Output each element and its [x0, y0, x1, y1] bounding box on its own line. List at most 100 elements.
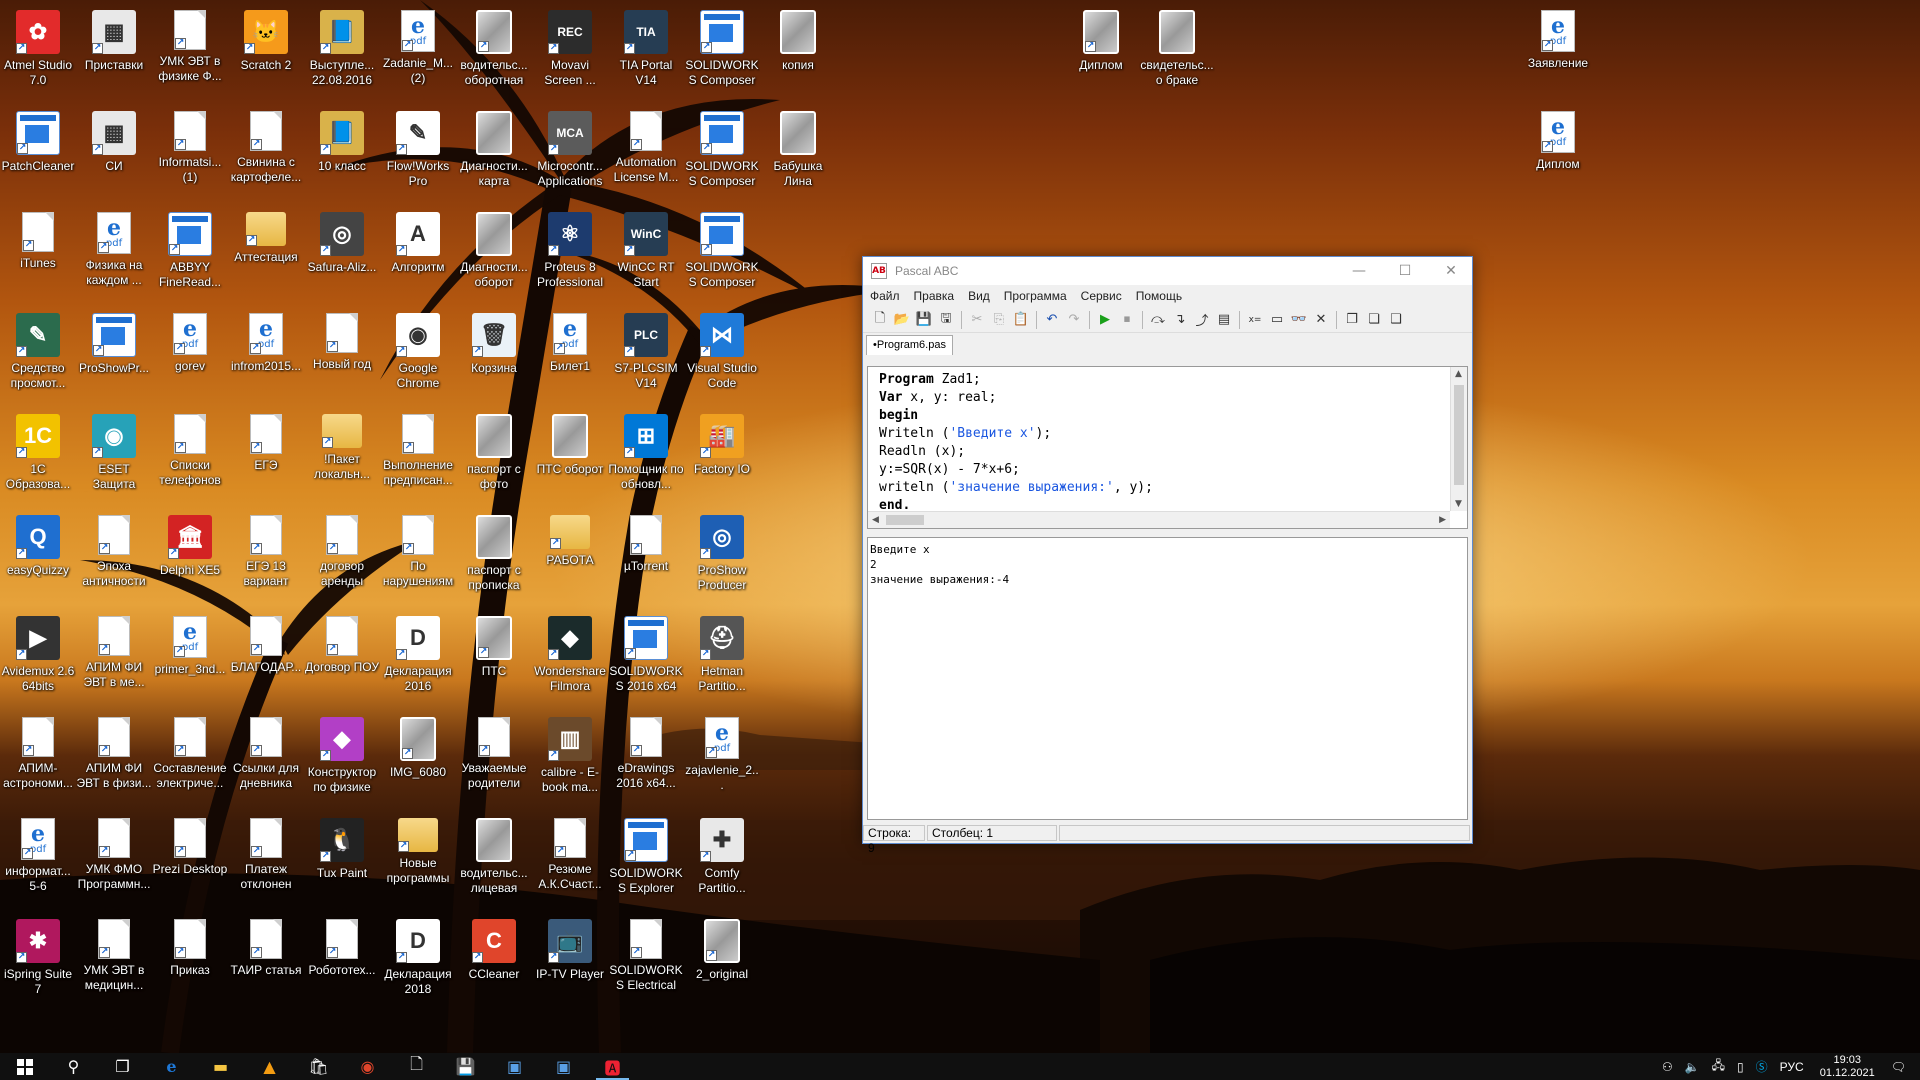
save-all-icon[interactable]: 🖫 [935, 309, 957, 331]
desktop-icon[interactable]: ↗ Резюме А.К.Счаст... [532, 812, 608, 912]
desktop-icon[interactable]: ↗ SOLIDWORKS 2016 x64 Edi... [608, 610, 684, 710]
notifications-icon[interactable]: 🗨 [1885, 1060, 1920, 1074]
desktop-icon[interactable]: ↗ Prezi Desktop [152, 812, 228, 912]
vertical-scroll-thumb[interactable] [1454, 385, 1464, 485]
desktop-icon[interactable]: D ↗ Декларация 2018 [380, 913, 456, 1013]
desktop-icon[interactable]: 1C ↗ 1С Образова... [0, 408, 76, 508]
clock[interactable]: 19:03 01.12.2021 [1810, 1054, 1885, 1080]
minimize-button[interactable]: — [1336, 257, 1382, 285]
window-cascade-icon[interactable]: ❐ [1341, 309, 1363, 331]
desktop-icon[interactable]: ↗ водительс... оборотная [456, 4, 532, 104]
desktop-icon[interactable]: ↗ SOLIDWORKS Electrical [608, 913, 684, 1013]
desktop-icon[interactable]: Q ↗ easyQuizzy [0, 509, 76, 609]
desktop-icon[interactable]: C ↗ CCleaner [456, 913, 532, 1013]
desktop-icon[interactable]: ↗ µTorrent [608, 509, 684, 609]
menu-help[interactable]: Помощь [1129, 289, 1189, 303]
menu-file[interactable]: Файл [863, 289, 907, 303]
close-button[interactable]: ✕ [1428, 257, 1474, 285]
desktop-icon[interactable]: ↗ Списки телефонов [152, 408, 228, 508]
desktop-icon[interactable]: ✎ ↗ Flow!Works Pro [380, 105, 456, 205]
desktop-icon[interactable]: e pdf ↗ Физика на каждом ... [76, 206, 152, 306]
volume-icon[interactable]: 🔈 [1679, 1060, 1706, 1074]
desktop-icon[interactable]: e pdf ↗ Билет1 [532, 307, 608, 407]
desktop-icon[interactable]: ↗ PatchCleaner [0, 105, 76, 205]
desktop-icon[interactable]: ◉↗ ESET Защита банковско... [76, 408, 152, 508]
window-tile-icon[interactable]: ❏ [1363, 309, 1385, 331]
desktop-icon[interactable]: ✎ ↗ Средство просмот... [0, 307, 76, 407]
desktop-icon[interactable]: ↗ ЕГЭ [228, 408, 304, 508]
desktop-icon[interactable]: 🗑 ↗ Корзина [456, 307, 532, 407]
open-folder-icon[interactable]: 📂 [891, 309, 913, 331]
desktop-icon[interactable]: e pdf ↗ Диплом [1520, 105, 1596, 205]
document-icon[interactable]: 🗋 [392, 1053, 441, 1080]
task-view-icon[interactable]: ❐ [98, 1053, 147, 1080]
desktop-icon[interactable]: ↗ SOLIDWORKS Composer ... [684, 105, 760, 205]
menu-program[interactable]: Программа [997, 289, 1074, 303]
desktop-icon[interactable]: ✿ ↗ Atmel Studio 7.0 [0, 4, 76, 104]
desktop-icon[interactable]: e pdf ↗ информат... 5-6 [0, 812, 76, 912]
desktop-icon[interactable]: ↗ Ссылки для дневника [228, 711, 304, 811]
desktop-icon[interactable]: ↗ ТАИР статья [228, 913, 304, 1013]
step-over-icon[interactable]: ⤼ [1147, 309, 1169, 331]
edge-icon[interactable]: e [147, 1053, 196, 1080]
desktop-icon[interactable]: ПТС оборот [532, 408, 608, 508]
desktop-icon[interactable]: ▶ ↗ Avidemux 2.6 64bits [0, 610, 76, 710]
step-into-icon[interactable]: ↴ [1169, 309, 1191, 331]
desktop-icon[interactable]: ↗ АПИМ ФИ ЭВТ в физи... [76, 711, 152, 811]
desktop-icon[interactable]: ◆ ↗ Конструктор по физике [304, 711, 380, 811]
desktop-icon[interactable]: ↗ ПТС [456, 610, 532, 710]
menu-edit[interactable]: Правка [907, 289, 962, 303]
scroll-left-icon[interactable]: ◀ [872, 515, 879, 525]
file-explorer-icon[interactable]: ▬ [196, 1053, 245, 1080]
desktop-icon[interactable]: ↗ РАБОТА [532, 509, 608, 609]
desktop-icon[interactable]: Диагности... карта [456, 105, 532, 205]
desktop-icon[interactable]: ↗ 2_original [684, 913, 760, 1013]
desktop-icon[interactable]: e pdf ↗ primer_3nd... [152, 610, 228, 710]
redo-icon[interactable]: ↷ [1063, 309, 1085, 331]
menu-view[interactable]: Вид [961, 289, 997, 303]
step-out-icon[interactable]: ⤴ [1191, 309, 1213, 331]
desktop-icon[interactable]: REC ↗ Movavi Screen ... [532, 4, 608, 104]
desktop-icon[interactable]: ◎ ↗ Safura-Aliz... [304, 206, 380, 306]
desktop-icon[interactable]: ↗ Договор ПОУ [304, 610, 380, 710]
maximize-button[interactable]: ☐ [1382, 257, 1428, 285]
desktop-icon[interactable]: ↗ IMG_6080 [380, 711, 456, 811]
desktop-icon[interactable]: ↗ ЕГЭ 13 вариант [228, 509, 304, 609]
desktop-icon[interactable]: ↗ iTunes [0, 206, 76, 306]
chrome-icon[interactable]: ◉ [343, 1053, 392, 1080]
desktop-icon[interactable]: ↗ Новый год [304, 307, 380, 407]
desktop-icon[interactable]: ↗ SOLIDWORKS Composer ... [684, 206, 760, 306]
aimp-icon[interactable]: ▲ [245, 1053, 294, 1080]
desktop-icon[interactable]: ↗ Выполнение предписан... [380, 408, 456, 508]
desktop-icon[interactable]: ↗ Диплом [1063, 4, 1139, 104]
code-text[interactable]: Program Zad1; Var x, y: real; begin Writeln… [868, 367, 1450, 513]
pascal-abc-taskbar-icon[interactable]: 🅰 [588, 1053, 637, 1080]
paste-icon[interactable]: 📋 [1010, 309, 1032, 331]
horizontal-scroll-thumb[interactable] [886, 515, 924, 525]
code-editor[interactable]: Program Zad1; Var x, y: real; begin Writeln… [867, 366, 1468, 529]
desktop-icon[interactable]: паспорт с фото [456, 408, 532, 508]
watch-icon[interactable]: x= [1244, 309, 1266, 331]
desktop-icon[interactable]: ↗ Informatsi... (1) [152, 105, 228, 205]
battery-icon[interactable]: ▯ [1731, 1060, 1750, 1074]
pascal-abc-window[interactable]: AB Pascal ABC — ☐ ✕ Файл Правка Вид Прог… [862, 256, 1474, 855]
desktop-icon[interactable]: ⊞ ↗ Помощник по обновл... [608, 408, 684, 508]
desktop-icon[interactable]: 🐱 ↗ Scratch 2 [228, 4, 304, 104]
desktop-icon[interactable]: ↗ БЛАГОДАР... [228, 610, 304, 710]
cut-icon[interactable]: ✂ [966, 309, 988, 331]
desktop-icon[interactable]: 📘 ↗ 10 класс [304, 105, 380, 205]
desktop-icon[interactable]: ▥ ↗ calibre - E-book ma... [532, 711, 608, 811]
desktop-icon[interactable]: e pdf ↗ zajavlenie_2... [684, 711, 760, 811]
scroll-up-icon[interactable]: ▲ [1455, 369, 1462, 379]
desktop-icon[interactable]: ↗ ProShowPr... [76, 307, 152, 407]
desktop-icon[interactable]: ◆ ↗ Wondershare Filmora [532, 610, 608, 710]
desktop-icon[interactable]: ▦ ↗ СИ [76, 105, 152, 205]
desktop-icon[interactable]: e pdf ↗ gorev [152, 307, 228, 407]
people-icon[interactable]: ⚇ [1656, 1060, 1679, 1074]
window-app-icon-2[interactable]: ▣ [539, 1053, 588, 1080]
desktop-icon[interactable]: e pdf ↗ Заявление [1520, 4, 1596, 104]
horizontal-scrollbar[interactable]: ◀ ▶ [868, 511, 1450, 528]
desktop-icon[interactable]: ↗ По нарушениям [380, 509, 456, 609]
vertical-scrollbar[interactable]: ▲ ▼ [1450, 367, 1467, 511]
desktop-icon[interactable]: ↗ УМК ФМО Программн... [76, 812, 152, 912]
